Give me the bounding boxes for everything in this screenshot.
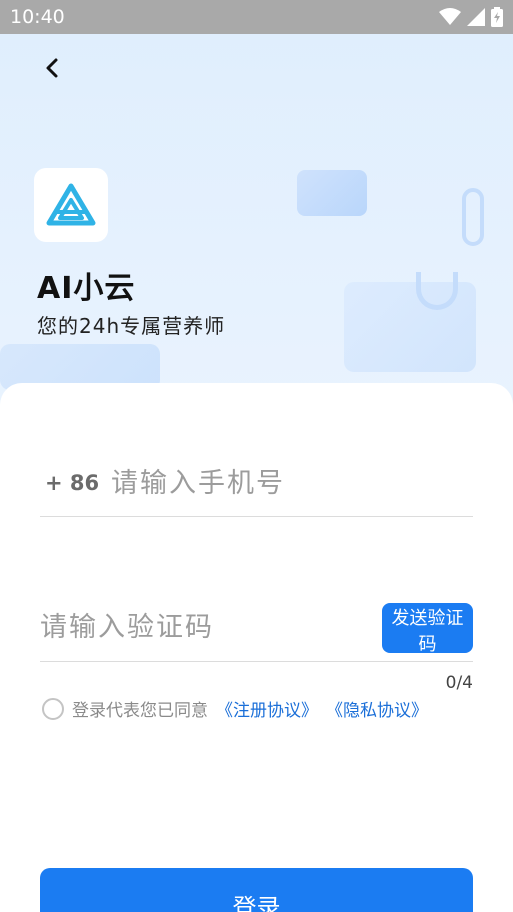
code-input-row: 发送验证码 [40,594,473,662]
app-subtitle: 您的24h专属营养师 [37,314,226,338]
country-code[interactable]: + 86 [45,471,111,495]
signal-icon [467,8,485,26]
decoration-card [297,170,367,216]
status-icons [439,7,503,27]
agreement-checkbox[interactable] [42,697,64,720]
phone-input-row: + 86 [40,450,473,517]
battery-icon [491,7,503,27]
send-code-button[interactable]: 发送验证码 [382,602,473,655]
code-counter: 0/4 [445,673,473,693]
status-time: 10:40 [10,6,65,28]
chevron-left-icon [46,58,58,78]
triangle-logo-icon [46,183,96,226]
phone-input[interactable] [111,467,473,499]
decoration-clip [462,188,484,246]
app-logo [34,168,108,242]
app-name: AI小云 [37,271,136,306]
login-button[interactable]: 登录 [40,868,473,912]
wifi-icon [439,8,461,25]
status-bar: 10:40 [0,0,513,34]
decoration-card [344,282,476,372]
register-agreement-link[interactable]: 《注册协议》 [216,696,318,721]
privacy-agreement-link[interactable]: 《隐私协议》 [326,696,428,721]
agreement-text: 登录代表您已同意 [72,701,208,721]
login-screen: 10:40 AI小云 您的24h专属营养师 + 86 请输入手机号 请输入验证码… [0,0,513,912]
decoration-shape [416,272,458,310]
agreement-row: 登录代表您已同意 《注册协议》 《隐私协议》 [42,696,428,721]
verification-code-input[interactable] [40,612,382,643]
back-button[interactable] [34,50,70,86]
